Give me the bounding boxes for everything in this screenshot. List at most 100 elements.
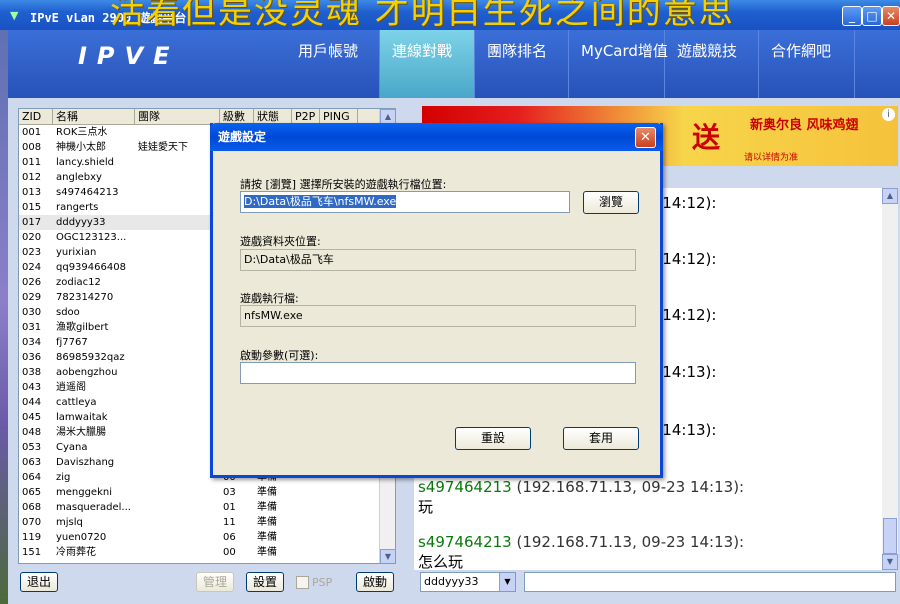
dialog-title-text: 遊戲設定	[218, 130, 267, 144]
cell-team	[135, 380, 220, 395]
chat-user-select[interactable]: dddyyy33 ▼	[420, 572, 516, 592]
cell-team	[135, 335, 220, 350]
cell-zid: 065	[22, 487, 42, 498]
nav-online-battle[interactable]: 連線對戰	[380, 30, 475, 98]
cell-team	[135, 185, 220, 200]
game-folder-field: D:\Data\极品飞车	[240, 249, 636, 271]
cell-name: sdoo	[56, 307, 80, 318]
apply-button[interactable]: 套用	[563, 427, 639, 450]
chat-sender[interactable]: s497464213	[418, 478, 512, 496]
table-row[interactable]: 119 yuen0720 06 準備	[19, 530, 395, 545]
col-ping[interactable]: PING	[320, 109, 358, 124]
cell-p2p	[292, 530, 320, 545]
chat-scrollbar[interactable]: ▲ ▼	[882, 188, 898, 570]
chat-message-header: s497464213 (192.168.71.13, 09-23 14:13):	[418, 533, 744, 551]
nav-user-account[interactable]: 用戶帳號	[286, 30, 380, 98]
scroll-down-icon[interactable]: ▼	[380, 549, 395, 563]
cell-zid: 008	[22, 142, 42, 153]
settings-button[interactable]: 設置	[246, 572, 284, 592]
cell-zid: 011	[22, 157, 42, 168]
cell-team	[135, 530, 220, 545]
launch-args-label: 啟動參數(可選):	[240, 349, 319, 362]
dialog-title[interactable]: 遊戲設定	[210, 123, 663, 151]
table-row[interactable]: 065 menggekni 03 準備	[19, 485, 395, 500]
cell-team	[135, 425, 220, 440]
minimize-button[interactable]: _	[842, 6, 862, 26]
exit-button[interactable]: 退出	[20, 572, 58, 592]
cell-team	[135, 125, 220, 140]
manage-button[interactable]: 管理	[196, 572, 234, 592]
cell-st: 準備	[257, 532, 277, 543]
col-level[interactable]: 級數	[220, 109, 254, 124]
chevron-down-icon[interactable]: ▼	[499, 573, 515, 591]
start-button[interactable]: 啟動	[356, 572, 394, 592]
cell-team	[135, 470, 220, 485]
col-p2p[interactable]: P2P	[292, 109, 320, 124]
cell-team: 娃娃愛天下	[138, 142, 188, 153]
nav-game-competition[interactable]: 遊戲競技	[665, 30, 759, 98]
cell-team	[135, 320, 220, 335]
ad-info-icon[interactable]: i	[882, 108, 895, 121]
chat-sender[interactable]: s497464213	[418, 533, 512, 551]
cell-name: 逍遥阁	[56, 382, 86, 393]
cell-name: lancy.shield	[56, 157, 115, 168]
cell-name: menggekni	[56, 487, 112, 498]
cell-team	[135, 545, 220, 560]
cell-zid: 017	[22, 217, 42, 228]
game-exe-label: 遊戲執行檔:	[240, 292, 299, 305]
col-name[interactable]: 名稱	[53, 109, 135, 124]
cell-team	[135, 290, 220, 305]
cell-zid: 068	[22, 502, 42, 513]
exe-path-field[interactable]: D:\Data\极品飞车\nfsMW.exe	[240, 191, 570, 213]
cell-zid: 001	[22, 127, 42, 138]
cell-zid: 026	[22, 277, 42, 288]
nav-mycard-topup[interactable]: MyCard增值	[569, 30, 668, 98]
cell-name: 渔歌gilbert	[56, 322, 109, 333]
cell-zid: 119	[22, 532, 42, 543]
col-zid[interactable]: ZID	[19, 109, 53, 124]
chat-scroll-thumb[interactable]	[883, 518, 897, 554]
cell-p2p	[292, 500, 320, 515]
col-status[interactable]: 狀態	[254, 109, 292, 124]
col-team[interactable]: 團隊	[135, 109, 220, 124]
chat-message-body: 怎么玩	[418, 553, 464, 570]
browse-button[interactable]: 瀏覽	[583, 191, 639, 214]
chat-meta: (192.168.71.13, 09-23 14:13):	[511, 478, 745, 496]
cell-zid: 013	[22, 187, 42, 198]
cell-lv: 01	[223, 502, 236, 513]
table-row[interactable]: 070 mjslq 11 準備	[19, 515, 395, 530]
table-row[interactable]: 068 masqueradel... 01 準備	[19, 500, 395, 515]
game-folder-label: 遊戲資料夾位置:	[240, 235, 321, 248]
cell-name: fj7767	[56, 337, 88, 348]
dialog-close-button[interactable]: ✕	[635, 127, 656, 148]
psp-checkbox[interactable]	[296, 576, 309, 589]
chat-scroll-up-icon[interactable]: ▲	[882, 188, 898, 204]
cell-zid: 012	[22, 172, 42, 183]
cell-name: 782314270	[56, 292, 114, 303]
nav-team-ranking[interactable]: 團隊排名	[475, 30, 569, 98]
psp-label: PSP	[312, 576, 333, 589]
cell-team	[135, 230, 220, 245]
launch-args-field[interactable]	[240, 362, 636, 384]
maximize-button[interactable]: □	[862, 6, 882, 26]
cell-team	[135, 515, 220, 530]
cell-zid: 045	[22, 412, 42, 423]
cell-team	[135, 350, 220, 365]
close-window-button[interactable]: ✕	[882, 6, 900, 26]
chat-input[interactable]	[524, 572, 896, 592]
cell-name: yurixian	[56, 247, 97, 258]
cell-team	[135, 440, 220, 455]
table-row[interactable]: 151 冷雨葬花 00 準備	[19, 545, 395, 560]
ad-main-text: 送	[692, 121, 721, 154]
cell-zid: 038	[22, 367, 42, 378]
nav-partner-cafes[interactable]: 合作網吧	[759, 30, 855, 98]
reset-button[interactable]: 重設	[455, 427, 531, 450]
cell-name: 冷雨葬花	[56, 547, 96, 558]
chat-scroll-down-icon[interactable]: ▼	[882, 554, 898, 570]
cell-team	[135, 365, 220, 380]
game-settings-dialog: 遊戲設定 ✕ 請按 [瀏覽] 選擇所安裝的遊戲執行檔位置: D:\Data\极品…	[210, 123, 663, 478]
cell-zid: 044	[22, 397, 42, 408]
ad-headline: 新奥尔良 风味鸡翅	[750, 118, 859, 133]
cell-p2p	[292, 545, 320, 560]
cell-zid: 048	[22, 427, 42, 438]
